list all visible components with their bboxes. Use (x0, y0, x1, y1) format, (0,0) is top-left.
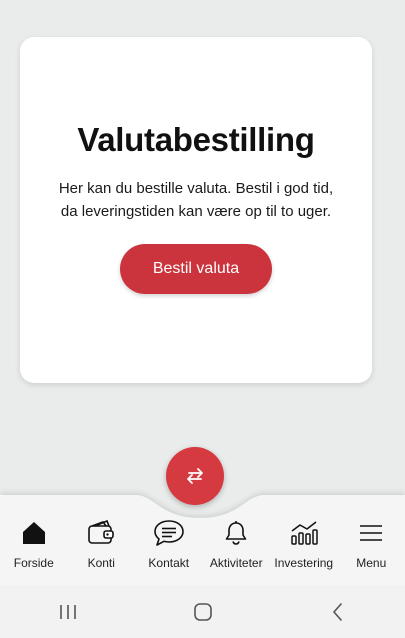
chart-icon (287, 518, 321, 548)
tab-aktiviteter[interactable]: Aktiviteter (203, 518, 271, 580)
order-currency-button[interactable]: Bestil valuta (120, 244, 272, 294)
tab-konti[interactable]: Konti (68, 518, 136, 580)
screen: Valutabestilling Her kan du bestille val… (0, 0, 405, 638)
system-navigation-bar (0, 585, 405, 638)
tab-forside[interactable]: Forside (0, 518, 68, 580)
swap-arrows-icon (187, 468, 203, 484)
wallet-icon (84, 518, 118, 548)
bell-icon (219, 518, 253, 548)
transfer-fab-button[interactable] (166, 447, 224, 505)
recent-apps-icon (59, 604, 76, 619)
bottom-tab-bar: Forside Konti Kontakt Aktiviteter Invest… (0, 518, 405, 580)
tab-label: Konti (87, 556, 115, 570)
tab-label: Menu (356, 556, 387, 570)
tab-label: Forside (13, 556, 54, 570)
currency-order-card: Valutabestilling Her kan du bestille val… (20, 37, 372, 383)
tab-label: Aktiviteter (209, 556, 263, 570)
tab-label: Kontakt (148, 556, 190, 570)
menu-icon (354, 518, 388, 548)
recent-apps-button[interactable] (48, 592, 88, 632)
home-icon (17, 518, 51, 548)
tab-kontakt[interactable]: Kontakt (135, 518, 203, 580)
card-description: Her kan du bestille valuta. Bestil i god… (58, 180, 334, 220)
tab-menu[interactable]: Menu (338, 518, 405, 580)
back-icon (332, 602, 342, 621)
system-home-button[interactable] (183, 592, 223, 632)
system-back-button[interactable] (318, 592, 358, 632)
page-title: Valutabestilling (77, 121, 315, 158)
tab-label: Investering (274, 556, 334, 570)
tab-investering[interactable]: Investering (270, 518, 338, 580)
chat-icon (152, 518, 186, 548)
home-circle-icon (193, 602, 212, 621)
